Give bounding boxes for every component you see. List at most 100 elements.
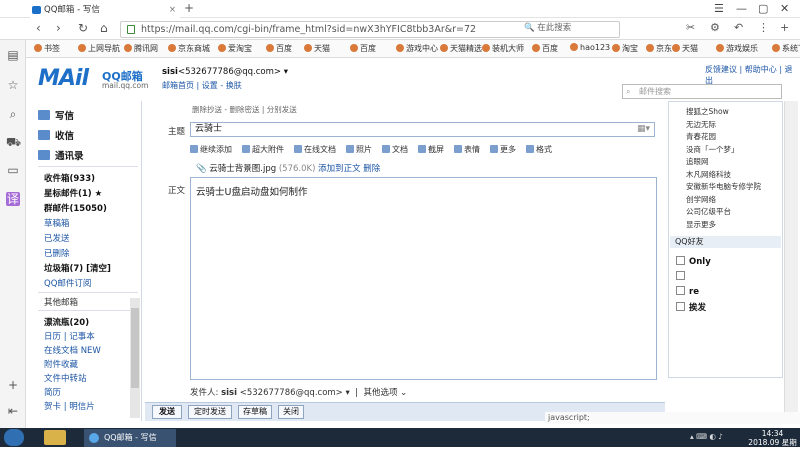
nav-scroll-thumb[interactable]	[131, 308, 139, 388]
home-icon[interactable]: ⌂	[100, 21, 108, 35]
right-panel-item[interactable]: 搜狐之Show	[686, 106, 729, 117]
bookmark-item[interactable]: 天猫	[672, 43, 698, 54]
bookmark-item[interactable]: 书签	[34, 43, 60, 54]
top-links[interactable]: 反馈建议 | 帮助中心 | 退出	[705, 64, 800, 86]
send-button[interactable]: 发送	[152, 405, 182, 419]
toolbar-item[interactable]: 继续添加	[190, 144, 232, 155]
folder-item[interactable]: 群邮件(15050)	[44, 202, 107, 214]
cc-links[interactable]: 删除抄送 - 删除密送 | 分别发送	[192, 104, 297, 115]
account-info[interactable]: sisi<532677786@qq.com> ▾	[162, 67, 288, 77]
taskbar-task[interactable]: QQ邮箱 - 写信	[84, 429, 176, 447]
toolbar-item[interactable]: 截屏	[418, 144, 444, 155]
app-item[interactable]: 在线文档 NEW	[44, 344, 101, 356]
bookmark-item[interactable]: 京东	[646, 43, 672, 54]
tools-icon[interactable]: ⚙	[710, 21, 720, 34]
page-scrollbar[interactable]	[784, 101, 798, 421]
folder-item[interactable]: 收件箱(933)	[44, 172, 95, 184]
bookmark-item[interactable]: 天猫精选	[440, 43, 482, 54]
cut-icon[interactable]: ✂	[686, 21, 695, 34]
save-draft-button[interactable]: 存草稿	[238, 405, 272, 419]
subject-format-icon[interactable]: ▦▾	[637, 123, 650, 136]
sidebar-collapse-icon[interactable]: ⇤	[6, 404, 20, 418]
other-options-link[interactable]: 其他选项	[363, 388, 397, 398]
add-sidebar-icon[interactable]: +	[6, 378, 20, 392]
other-mail-label[interactable]: 其他邮箱	[44, 296, 78, 308]
right-panel-item[interactable]: 追眼网	[686, 156, 709, 167]
bookmark-item[interactable]: 百度	[350, 43, 376, 54]
schedule-send-button[interactable]: 定时发送	[188, 405, 232, 419]
sender-email[interactable]: <532677786@qq.com>	[240, 388, 343, 398]
mail-logo[interactable]: MAil	[38, 66, 89, 91]
browser-search-box[interactable]: 🔍 在此搜索	[524, 20, 652, 36]
menu-icon[interactable]: ☰	[714, 2, 724, 15]
bookmark-item[interactable]: 京东商城	[168, 43, 210, 54]
qq-friend-item[interactable]: Only	[676, 256, 711, 267]
new-icon[interactable]: +	[780, 21, 789, 34]
app-item[interactable]: 文件中转站	[44, 372, 87, 384]
browser-tab[interactable]: QQ邮箱 - 写信 ×	[30, 2, 180, 18]
folder-item[interactable]: 已删除	[44, 247, 70, 259]
right-panel-item[interactable]: 无边无际	[686, 119, 716, 130]
new-tab-button[interactable]: +	[184, 1, 194, 15]
folder-item[interactable]: 垃圾箱(7) [清空]	[44, 262, 111, 274]
right-panel-item[interactable]: 安徽新华电脑专修学院	[686, 181, 761, 192]
right-panel-item[interactable]: 公司亿级平台	[686, 206, 731, 217]
maximize-icon[interactable]: ▢	[758, 2, 768, 15]
app-item[interactable]: 日历 | 记事本	[44, 330, 95, 342]
app-item[interactable]: 简历	[44, 386, 61, 398]
right-panel-item[interactable]: 显示更多	[686, 219, 716, 230]
app-item[interactable]: 贺卡 | 明信片	[44, 400, 95, 412]
bookmark-item[interactable]: 百度	[266, 43, 292, 54]
toolbar-item[interactable]: 文档	[382, 144, 408, 155]
app-item[interactable]: 漂流瓶(20)	[44, 316, 89, 328]
back-icon[interactable]: ‹	[36, 21, 41, 35]
start-button[interactable]	[4, 429, 24, 446]
qq-friend-item[interactable]	[676, 271, 689, 282]
qq-friend-item[interactable]: 挨发	[676, 301, 706, 313]
bookmark-item[interactable]: 淘宝	[612, 43, 638, 54]
folder-item[interactable]: 已发送	[44, 232, 70, 244]
sender-name[interactable]: sisi	[221, 388, 237, 398]
bookmark-item[interactable]: 系统下载	[772, 43, 800, 54]
bookmark-item[interactable]: 上网导航	[78, 43, 120, 54]
folder-item[interactable]: 星标邮件(1) ★	[44, 187, 102, 199]
write-button[interactable]: 写信	[38, 108, 74, 122]
toolbar-item[interactable]: 照片	[346, 144, 372, 155]
translate-icon[interactable]: 译	[6, 192, 20, 206]
toolbar-item[interactable]: 在线文档	[294, 144, 336, 155]
refresh-icon[interactable]: ↻	[78, 21, 88, 35]
toolbar-item[interactable]: 表情	[454, 144, 480, 155]
right-panel-item[interactable]: 木凡网络科技	[686, 169, 731, 180]
forward-icon[interactable]: ›	[56, 21, 61, 35]
account-links[interactable]: 邮箱首页 | 设置 - 换肤	[162, 80, 242, 91]
app-item[interactable]: 附件收藏	[44, 358, 78, 370]
right-panel-item[interactable]: 没商「一个梦」	[686, 144, 739, 155]
more-icon[interactable]: ⋮	[758, 21, 769, 34]
bookmark-item[interactable]: 天猫	[304, 43, 330, 54]
video-icon[interactable]: ▭	[6, 163, 20, 177]
bookmark-item[interactable]: 爱淘宝	[218, 43, 252, 54]
star-icon[interactable]: ☆	[6, 78, 20, 92]
body-editor[interactable]: 云骑士U盘启动盘如何制作	[190, 177, 657, 380]
undo-icon[interactable]: ↶	[734, 21, 743, 34]
toolbar-item[interactable]: 超大附件	[242, 144, 284, 155]
inbox-button[interactable]: 收信	[38, 128, 74, 142]
close-compose-button[interactable]: 关闭	[278, 405, 304, 419]
tab-close-icon[interactable]: ×	[169, 2, 176, 18]
folder-item[interactable]: QQ邮件订阅	[44, 277, 91, 289]
right-panel-item[interactable]: 创学网络	[686, 194, 716, 205]
nav-scrollbar[interactable]	[130, 298, 140, 418]
favorites-icon[interactable]: ▤	[6, 48, 20, 62]
toolbar-item[interactable]: 格式	[526, 144, 552, 155]
cart-icon[interactable]: ⛟	[6, 135, 21, 149]
right-panel-item[interactable]: 青春花园	[686, 131, 716, 142]
bookmark-item[interactable]: 游戏娱乐	[716, 43, 758, 54]
qq-friend-item[interactable]: re	[676, 286, 699, 297]
close-window-icon[interactable]: ✕	[780, 2, 789, 15]
toolbar-item[interactable]: 更多	[490, 144, 516, 155]
sidebar-search-icon[interactable]: ⌕	[6, 107, 20, 121]
bookmark-item[interactable]: 游戏中心	[396, 43, 438, 54]
attachment-actions[interactable]: 添加到正文 删除	[318, 164, 380, 174]
tray-icons[interactable]: ▴ ⌨ ◐ ♪	[690, 432, 723, 441]
bookmark-item[interactable]: 百度	[532, 43, 558, 54]
